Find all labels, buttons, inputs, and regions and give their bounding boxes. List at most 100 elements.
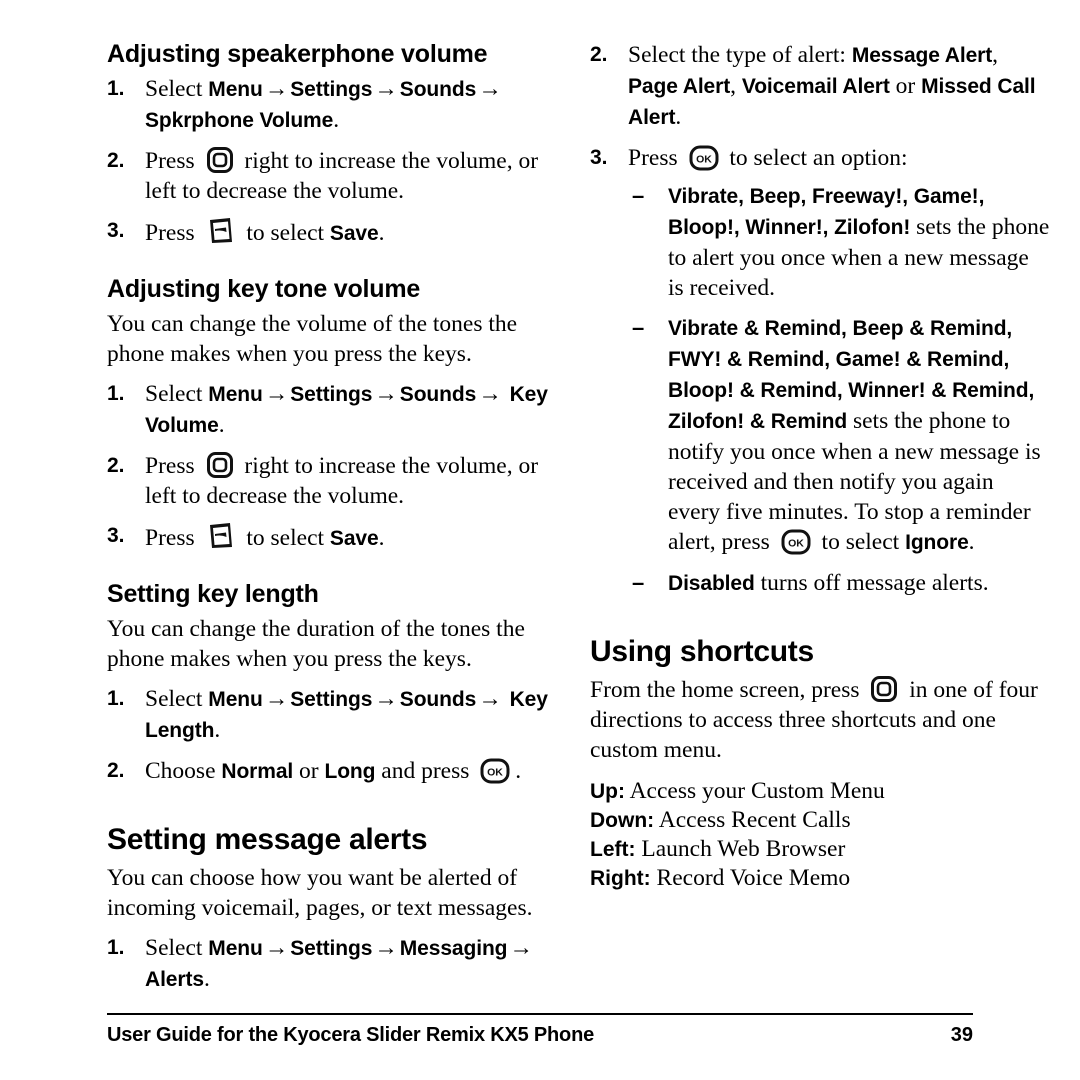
steps-key-length: 1. Select Menu→Settings→Sounds→ Key Leng…: [107, 684, 557, 787]
step-text-pre: Press: [145, 453, 201, 479]
ok-key-icon: OK: [689, 145, 719, 171]
step-number: 1.: [107, 382, 125, 405]
dash-bullet: –: [632, 183, 645, 208]
alert-type-voicemail-alert: Voicemail Alert: [741, 75, 890, 98]
arrow-icon: →: [478, 381, 502, 407]
option-normal: Normal: [221, 760, 294, 783]
step-text-pre: Choose: [145, 758, 222, 784]
step-item: 2. Press right to increase the volume, o…: [107, 451, 557, 511]
step-item: 2. Press right to increase the volume, o…: [107, 146, 557, 206]
svg-text:OK: OK: [487, 767, 503, 779]
arrow-icon: →: [264, 935, 289, 961]
left-column: Adjusting speakerphone volume 1. Select …: [107, 40, 557, 1005]
list-item: – Vibrate & Remind, Beep & Remind, FWY! …: [628, 313, 1050, 558]
option-save: Save: [329, 222, 379, 245]
step-text-pre: Select: [145, 76, 209, 102]
menu-path-sounds: Sounds: [399, 688, 477, 711]
step-item: 1. Select Menu→Settings→Sounds→ Spkrphon…: [107, 74, 557, 136]
menu-path-sounds: Sounds: [399, 383, 477, 406]
step-text-mid: to select: [240, 525, 330, 551]
option-disabled: Disabled: [668, 572, 755, 595]
navigation-key-icon: [206, 146, 234, 174]
direction-desc-left: Launch Web Browser: [635, 836, 846, 862]
dash-bullet: –: [632, 570, 645, 595]
step-text-pre: Press: [145, 525, 201, 551]
step-text-post: .: [214, 717, 221, 743]
separator: ,: [992, 42, 999, 68]
menu-path-messaging: Messaging: [399, 937, 508, 960]
step-text-post: .: [203, 966, 210, 992]
direction-label-right: Right:: [590, 867, 651, 890]
footer-title: User Guide for the Kyocera Slider Remix …: [107, 1024, 595, 1046]
arrow-icon: →: [478, 76, 502, 102]
step-item: 3. Press OK to select an option: – Vibra…: [590, 143, 1050, 599]
direction-label-left: Left:: [590, 838, 636, 861]
menu-path-settings: Settings: [290, 937, 373, 960]
step-text-pre: Select: [145, 686, 209, 712]
arrow-icon: →: [509, 935, 533, 961]
arrow-icon: →: [478, 686, 502, 712]
list-item: – Disabled turns off message alerts.: [628, 568, 1050, 599]
steps-message-alerts-continued: 2. Select the type of alert: Message Ale…: [590, 40, 1050, 599]
arrow-icon: →: [264, 686, 289, 712]
ok-key-icon: OK: [480, 758, 510, 784]
step-text-mid: to select: [240, 220, 330, 246]
direction-desc-right: Record Voice Memo: [650, 865, 851, 891]
intro-setting-message-alerts: You can choose how you want be alerted o…: [107, 865, 533, 921]
option-save: Save: [329, 527, 379, 550]
step-text-pre: Press: [145, 148, 201, 174]
menu-path-sounds: Sounds: [399, 78, 477, 101]
step-number: 3.: [590, 146, 608, 169]
step-text-pre: Select: [145, 381, 209, 407]
shortcut-direction-list: Up: Access your Custom Menu Down: Access…: [590, 777, 1050, 893]
step-item: 3. Press to select Save.: [107, 216, 557, 249]
option-description-c: .: [968, 529, 975, 555]
step-number: 2.: [107, 759, 125, 782]
separator: ,: [730, 73, 742, 99]
step-text-post: .: [378, 220, 385, 246]
step-text-mid: or: [293, 758, 325, 784]
navigation-key-icon: [206, 451, 234, 479]
arrow-icon: →: [374, 686, 398, 712]
step-text-post: .: [675, 104, 682, 130]
step-text-mid2: and press: [375, 758, 476, 784]
heading-adjusting-key-tone-volume: Adjusting key tone volume: [107, 275, 421, 303]
step-item: 2. Select the type of alert: Message Ale…: [590, 40, 1050, 133]
step-number: 1.: [107, 687, 125, 710]
steps-message-alerts: 1. Select Menu→Settings→Messaging→ Alert…: [107, 933, 557, 995]
heading-setting-key-length: Setting key length: [107, 580, 319, 608]
step-text-post: .: [218, 412, 225, 438]
menu-path-menu: Menu: [208, 78, 263, 101]
step-text-pre: Select: [145, 935, 209, 961]
arrow-icon: →: [264, 76, 289, 102]
step-number: 1.: [107, 936, 125, 959]
menu-path-settings: Settings: [290, 383, 373, 406]
heading-adjusting-speakerphone-volume: Adjusting speakerphone volume: [107, 40, 488, 68]
intro-text-a: From the home screen, press: [590, 677, 866, 703]
option-description-b: to select: [815, 529, 906, 555]
page-footer: User Guide for the Kyocera Slider Remix …: [107, 1013, 973, 1050]
menu-path-alerts: Alerts: [145, 968, 204, 991]
arrow-icon: →: [374, 935, 398, 961]
page-number: 39: [950, 1024, 973, 1046]
right-column: 2. Select the type of alert: Message Ale…: [590, 40, 1050, 893]
step-text-post: .: [333, 107, 340, 133]
step-item: 3. Press to select Save.: [107, 521, 557, 554]
menu-path-spkrphone-volume: Spkrphone Volume: [145, 109, 334, 132]
alert-type-page-alert: Page Alert: [628, 75, 731, 98]
shortcut-left: Left: Launch Web Browser: [590, 835, 1050, 864]
step-item: 1. Select Menu→Settings→Sounds→ Key Volu…: [107, 379, 557, 441]
step-text-post: to select an option:: [723, 145, 908, 171]
manual-page: Adjusting speakerphone volume 1. Select …: [0, 0, 1080, 1080]
direction-label-up: Up:: [590, 780, 625, 803]
step-text-post: .: [378, 525, 385, 551]
alert-type-message-alert: Message Alert: [851, 44, 993, 67]
steps-key-tone-volume: 1. Select Menu→Settings→Sounds→ Key Volu…: [107, 379, 557, 554]
separator: or: [889, 73, 922, 99]
intro-setting-key-length: You can change the duration of the tones…: [107, 616, 525, 672]
svg-text:OK: OK: [788, 538, 804, 550]
arrow-icon: →: [264, 381, 289, 407]
steps-speakerphone: 1. Select Menu→Settings→Sounds→ Spkrphon…: [107, 74, 557, 249]
heading-setting-message-alerts: Setting message alerts: [107, 823, 428, 856]
menu-path-settings: Settings: [290, 688, 373, 711]
